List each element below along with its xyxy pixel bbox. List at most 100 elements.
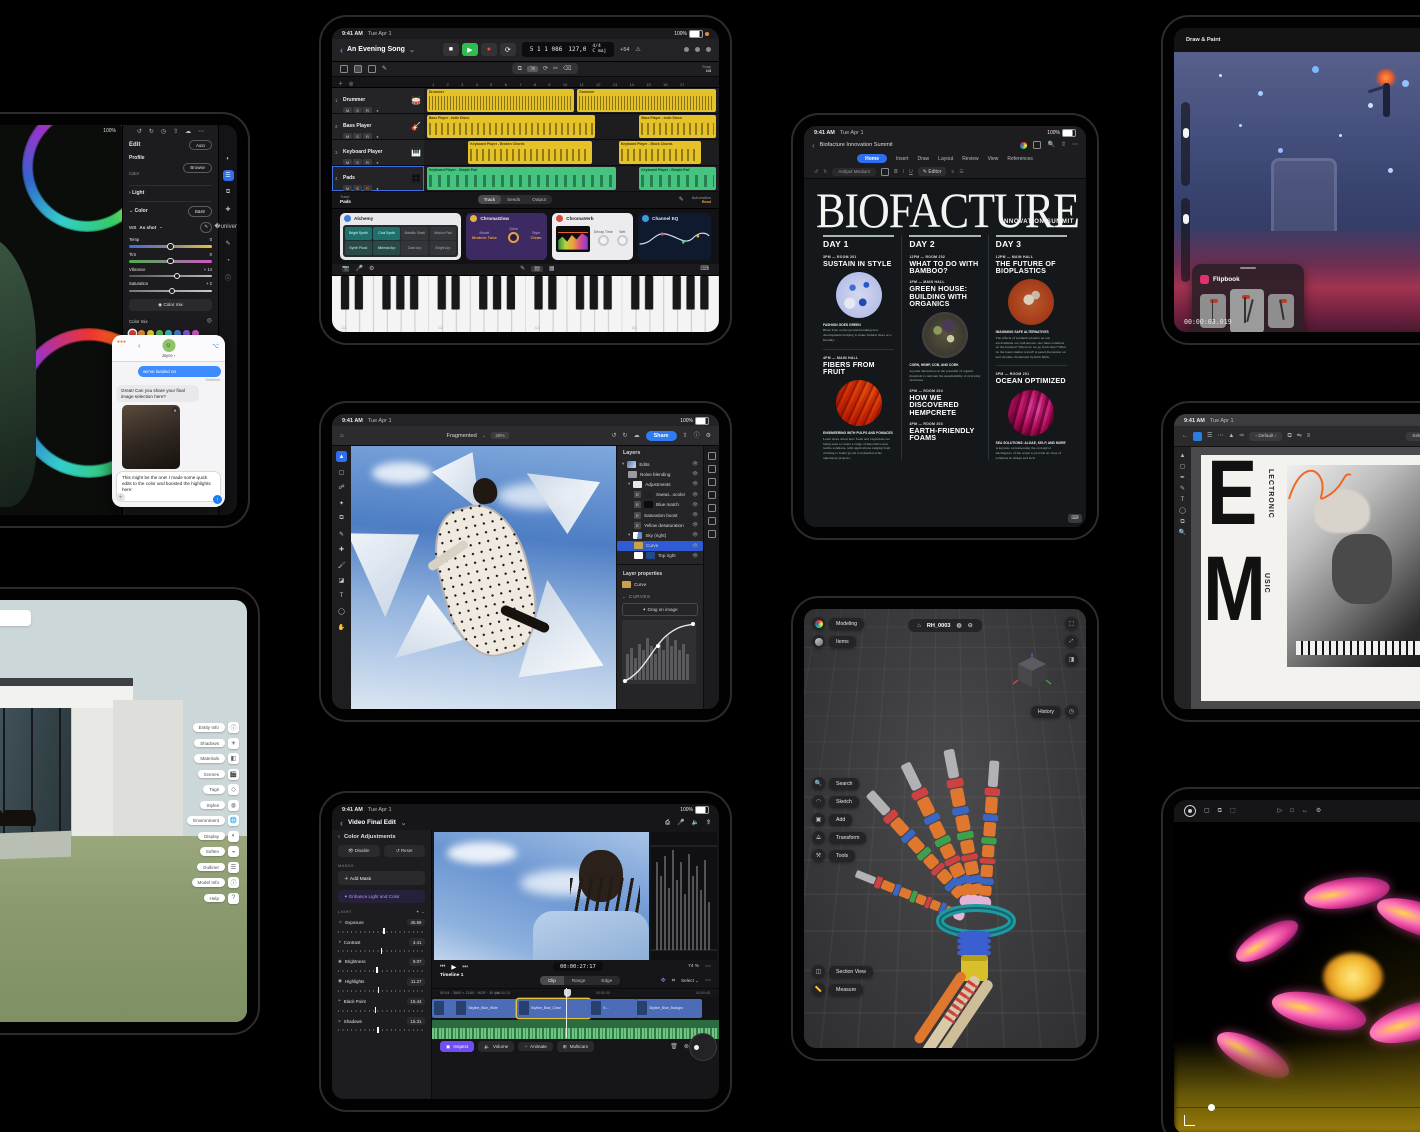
video-scopes[interactable] bbox=[651, 832, 717, 960]
tab-layout[interactable]: Layout bbox=[938, 156, 953, 162]
brush-opacity-slider[interactable] bbox=[1181, 198, 1190, 282]
edit-mode-tabs[interactable]: ClipRangeEdge bbox=[540, 976, 620, 985]
tool-add[interactable]: ▣Add bbox=[812, 813, 866, 826]
crop-tool[interactable]: ⧉ bbox=[336, 513, 347, 524]
clip-selected[interactable]: Skyline_Blue_Close bbox=[517, 999, 590, 1018]
clip[interactable]: Skyline_Blue_Backgro bbox=[635, 999, 702, 1018]
zoom-fit-icon[interactable]: ⤢ bbox=[1065, 635, 1078, 648]
layer-row[interactable]: EBlue match👁 bbox=[617, 500, 703, 510]
cursor-tool-icon[interactable]: ▲ bbox=[1228, 433, 1234, 439]
versions-icon[interactable]: ◔ bbox=[223, 255, 234, 266]
saturation-slider[interactable] bbox=[129, 290, 212, 292]
present-icon[interactable] bbox=[1033, 141, 1041, 149]
font-selector[interactable]: Antipol Medium bbox=[832, 168, 876, 176]
select-menu[interactable]: Select ⌄ bbox=[681, 978, 699, 984]
crop-tool[interactable]: ⧉ bbox=[1180, 519, 1184, 525]
curves-graph[interactable] bbox=[622, 620, 696, 684]
browse-button[interactable]: Browse bbox=[183, 163, 212, 173]
design-canvas[interactable]: E M LECTRONIC USIC bbox=[1191, 447, 1420, 709]
cloud-icon[interactable]: ☁ bbox=[185, 129, 191, 135]
vibrance-slider[interactable] bbox=[129, 275, 212, 277]
timeline-ruler[interactable]: 00:00:1500:00:3000:00:45 bbox=[432, 988, 719, 997]
playhead-handle[interactable] bbox=[564, 989, 571, 997]
timeline-name[interactable]: Timeline 1 bbox=[440, 973, 463, 978]
pads-view-icon[interactable]: ▦ bbox=[549, 266, 555, 272]
volume-button[interactable]: 🔈 Volume bbox=[478, 1041, 514, 1052]
settings-icon[interactable]: ⚙ bbox=[369, 266, 374, 272]
layer-row[interactable]: ESaturation boost👁 bbox=[617, 510, 703, 520]
frame-thumbnail[interactable] bbox=[1268, 294, 1294, 328]
plugin-chromaglow[interactable]: ChromaGlow ModelModern Tube Drive StyleC… bbox=[466, 213, 547, 260]
share-icon[interactable]: ⇧ bbox=[173, 129, 178, 135]
hand-tool[interactable]: ✋ bbox=[336, 622, 347, 633]
text-tool[interactable]: T bbox=[336, 591, 347, 602]
text-tool[interactable]: T bbox=[1181, 497, 1185, 503]
items-pill[interactable]: Items bbox=[829, 636, 856, 648]
track-row-keyboard[interactable]: 3 Keyboard Player MSR● 🎹 Keyboard Player… bbox=[332, 140, 719, 166]
plugin-chromaverb[interactable]: ChromaVerb Decay Time Wet bbox=[552, 213, 633, 260]
tint-slider[interactable] bbox=[129, 260, 212, 262]
measure-button[interactable]: 📏Measure bbox=[812, 983, 873, 996]
preset-selector[interactable]: ‹ Default › bbox=[1249, 432, 1282, 441]
settings-icon[interactable]: ⚙ bbox=[706, 433, 711, 439]
snapping-icon[interactable]: ⌗ bbox=[672, 978, 675, 984]
count-in-badge[interactable]: +54 bbox=[620, 47, 629, 53]
bw-button[interactable]: B&W bbox=[188, 206, 212, 216]
stop-button[interactable]: ■ bbox=[443, 43, 459, 56]
home-icon[interactable]: ⌂ bbox=[340, 433, 344, 439]
photo-canvas[interactable]: 100% bbox=[0, 125, 122, 515]
layer-row[interactable]: ▾Adjustments👁 bbox=[617, 479, 703, 489]
eraser-tool[interactable]: ◪ bbox=[336, 575, 347, 586]
light-section-label[interactable]: LIGHT✦ ⌄ bbox=[338, 909, 425, 914]
undo-icon[interactable]: ↺ bbox=[612, 433, 617, 439]
track-options-icon[interactable]: ◎ bbox=[349, 82, 353, 87]
record-button[interactable]: ● bbox=[481, 43, 497, 56]
export-icon[interactable]: ⇧ bbox=[706, 820, 711, 826]
search-icon[interactable]: 🔍 bbox=[1047, 142, 1054, 148]
panel-button-entity-info[interactable]: Entity Infoⓘ bbox=[193, 722, 239, 733]
frame-tool[interactable]: ▢ bbox=[1180, 464, 1186, 470]
share-icon[interactable]: ⇧ bbox=[1061, 142, 1066, 148]
image-canvas[interactable] bbox=[351, 446, 616, 709]
add-mask-button[interactable]: ＋ Add Mask bbox=[338, 871, 425, 885]
document-page[interactable]: BIOFACTURE INNOVATION SUMMIT DAY 1 3PM —… bbox=[804, 179, 1086, 527]
track-row-bass[interactable]: 2 Bass Player MSR● 🎸 Bass Player - Indie… bbox=[332, 114, 719, 140]
disable-button[interactable]: 👁 Disable bbox=[338, 845, 380, 857]
object-icon[interactable]: ▢ bbox=[1204, 808, 1210, 814]
back-icon[interactable]: ‹ bbox=[812, 141, 815, 150]
shading-icon[interactable]: ◨ bbox=[1065, 653, 1078, 666]
color-mode-icon[interactable] bbox=[812, 617, 825, 630]
app-icon[interactable] bbox=[1193, 432, 1202, 441]
shape-tool[interactable]: ◯ bbox=[336, 606, 347, 617]
document-switcher[interactable]: Fragmented⌄26% bbox=[447, 432, 509, 439]
brush-size-slider[interactable] bbox=[1181, 102, 1190, 186]
render-settings-icon[interactable]: ⚙ bbox=[1316, 808, 1321, 814]
automation-setting[interactable]: AutomationRead bbox=[692, 196, 711, 204]
layer-row[interactable]: Noise blending👁 bbox=[617, 469, 703, 479]
info-icon[interactable]: ⓘ bbox=[223, 272, 234, 283]
model-viewport[interactable]: ↩ ⇱ ⇧ ⚙ 🔒 Distance Entity Infoⓘ Shadows☀… bbox=[0, 600, 247, 1022]
move-tool[interactable]: ▲ bbox=[336, 451, 347, 462]
distance-input[interactable]: Distance bbox=[0, 610, 31, 626]
plugin-channel-eq[interactable]: Channel EQ bbox=[638, 213, 711, 260]
dismiss-keyboard-icon[interactable]: ⌨ bbox=[1068, 514, 1082, 523]
zoom-tool[interactable]: 🔍 bbox=[1179, 530, 1186, 536]
auto-button[interactable]: Auto bbox=[189, 140, 212, 150]
song-title[interactable]: ‹An Evening Song⌄ bbox=[340, 45, 415, 55]
history-clock-icon[interactable]: ◷ bbox=[1065, 705, 1078, 718]
add-attachment-button[interactable]: + bbox=[116, 493, 125, 502]
back-icon[interactable]: ‹ bbox=[138, 343, 140, 350]
plugin-alchemy[interactable]: Alchemy Bright Synth Cool Synth Metallic… bbox=[340, 213, 461, 260]
brush-icon[interactable]: ✎ bbox=[223, 238, 234, 249]
more-icon[interactable]: ⋯ bbox=[1217, 433, 1223, 439]
panel-button-soften[interactable]: Soften◒ bbox=[200, 846, 239, 857]
camera-icon[interactable]: 📷 bbox=[342, 266, 349, 272]
piano-view-icon[interactable]: ▤ bbox=[531, 266, 543, 272]
eyedropper-icon[interactable]: ✎ bbox=[200, 222, 212, 233]
history-pill[interactable]: History bbox=[1031, 706, 1061, 718]
drag-on-image-button[interactable]: ✦ Drag on image bbox=[622, 603, 698, 616]
piano-keyboard[interactable]: C2 C3 C4 C5 bbox=[332, 276, 719, 332]
tab-view[interactable]: View bbox=[988, 156, 999, 162]
help-icon[interactable] bbox=[695, 47, 700, 52]
video-track[interactable]: Skyline_Blue_Wide Skyline_Blue_Close S… … bbox=[432, 997, 719, 1019]
